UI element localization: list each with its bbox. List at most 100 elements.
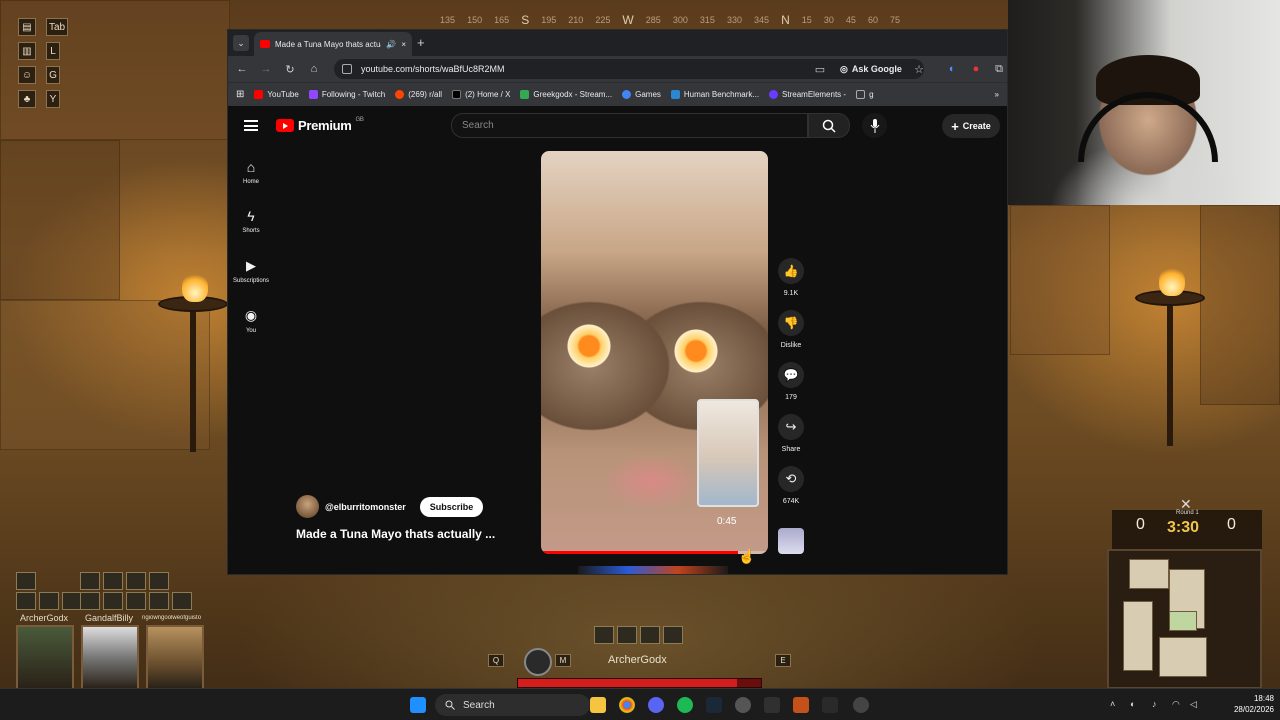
video-title[interactable]: Made a Tuna Mayo thats actually ... <box>296 527 495 541</box>
close-icon[interactable]: ✕ <box>1180 496 1192 513</box>
compass-tick: 165 <box>494 15 510 25</box>
ability-slot[interactable] <box>80 572 100 590</box>
ability-slot[interactable] <box>594 626 614 644</box>
ability-slot[interactable] <box>640 626 660 644</box>
bookmark[interactable]: Games <box>622 90 661 99</box>
taskbar-search[interactable]: Search <box>435 694 590 716</box>
ability-slot[interactable] <box>126 572 146 590</box>
search-input[interactable]: Search <box>451 113 808 138</box>
discord-icon[interactable] <box>648 697 664 713</box>
ability-slot[interactable] <box>663 626 683 644</box>
mic-icon[interactable]: ♪ <box>1152 699 1162 709</box>
youtube-logo[interactable]: Premium GB <box>276 117 364 133</box>
file-explorer-icon[interactable] <box>590 697 606 713</box>
spell-wheel-icon[interactable] <box>524 648 552 676</box>
ask-google-button[interactable]: ◎ Ask Google <box>836 61 906 77</box>
sound-thumbnail[interactable] <box>778 528 804 554</box>
windows-start-icon[interactable] <box>410 697 426 713</box>
cast-icon[interactable]: ▭ <box>812 61 828 77</box>
share-button[interactable]: ↪ Share <box>776 414 806 453</box>
chrome-icon[interactable] <box>619 697 635 713</box>
journal-icon[interactable]: ▤ <box>18 18 36 36</box>
bookmark[interactable]: Following - Twitch <box>308 90 385 99</box>
ability-slot[interactable] <box>39 592 59 610</box>
ability-slot[interactable] <box>149 592 169 610</box>
shorts-video-player[interactable]: 0:45 <box>541 151 768 554</box>
menu-icon[interactable] <box>244 120 258 131</box>
remix-button[interactable]: ⟲ 674K <box>776 466 806 505</box>
party-portrait[interactable] <box>146 625 204 690</box>
minimap[interactable] <box>1107 549 1262 689</box>
subscribe-button[interactable]: Subscribe <box>419 496 484 517</box>
ability-slot[interactable] <box>16 572 36 590</box>
profile-icon[interactable]: ☺ <box>18 66 36 84</box>
video-preview-thumbnail[interactable] <box>697 399 759 507</box>
ability-slot[interactable] <box>16 592 36 610</box>
chevron-up-icon[interactable]: ˄ <box>1110 699 1120 709</box>
voice-search-button[interactable] <box>862 113 887 138</box>
comments-button[interactable]: 💬 179 <box>776 362 806 401</box>
bookmark[interactable]: StreamElements - <box>769 90 846 99</box>
bookmark[interactable]: Human Benchmark... <box>670 90 759 99</box>
tab-active[interactable]: Made a Tuna Mayo thats actually 🔊 × <box>254 32 412 56</box>
ability-slot[interactable] <box>103 592 123 610</box>
app-icon[interactable] <box>822 697 838 713</box>
forward-icon[interactable]: → <box>258 61 274 77</box>
sidebar-item-home[interactable]: ⌂ Home <box>228 159 274 185</box>
party-portrait[interactable] <box>81 625 139 690</box>
like-button[interactable]: 👍 9.1K <box>776 258 806 297</box>
browser-toolbar: ← → ↻ ⌂ youtube.com/shorts/waBfUc8R2MM ▭… <box>228 56 1007 82</box>
speaker-icon[interactable]: 🔊 <box>386 40 396 49</box>
reload-icon[interactable]: ↻ <box>282 61 298 77</box>
ability-slot[interactable] <box>103 572 123 590</box>
bookmark[interactable]: Greekgodx - Stream... <box>520 90 612 99</box>
party-portrait[interactable] <box>16 625 74 690</box>
spotify-icon[interactable] <box>677 697 693 713</box>
steam-icon[interactable] <box>706 697 722 713</box>
app-icon[interactable] <box>793 697 809 713</box>
ability-slot[interactable] <box>617 626 637 644</box>
bookmark[interactable]: (269) r/all <box>395 90 442 99</box>
extension-icon[interactable]: ◖ <box>943 61 959 77</box>
network-icon[interactable]: ◐ <box>1130 699 1140 709</box>
ability-slot[interactable] <box>62 592 82 610</box>
tab-search-icon[interactable]: ⌄ <box>233 35 249 51</box>
obs-icon[interactable] <box>764 697 780 713</box>
bookmark[interactable]: YouTube <box>254 90 299 99</box>
video-progress-bar[interactable] <box>541 551 768 554</box>
new-tab-button[interactable]: + <box>417 35 425 50</box>
extension-icon[interactable]: ● <box>968 61 984 77</box>
book-icon[interactable]: ▥ <box>18 42 36 60</box>
settings-icon[interactable] <box>853 697 869 713</box>
wifi-icon[interactable]: ◠ <box>1172 699 1182 709</box>
sidebar-item-shorts[interactable]: ϟ Shorts <box>228 208 274 234</box>
channel-avatar[interactable] <box>296 495 319 518</box>
tab-key: Tab <box>46 18 68 36</box>
sidebar-item-subscriptions[interactable]: ▶ Subscriptions <box>228 258 274 284</box>
site-info-icon[interactable] <box>342 64 352 74</box>
ability-slot[interactable] <box>172 592 192 610</box>
app-icon[interactable] <box>735 697 751 713</box>
bookmark-folder[interactable]: g <box>856 90 874 99</box>
search-button[interactable] <box>808 113 850 138</box>
party-name: GandalfBilly <box>85 613 134 623</box>
bookmark[interactable]: (2) Home / X <box>452 90 510 99</box>
ability-slot[interactable] <box>80 592 100 610</box>
back-icon[interactable]: ← <box>234 61 250 77</box>
close-icon[interactable]: × <box>401 40 406 49</box>
dislike-button[interactable]: 👎 Dislike <box>776 310 806 349</box>
compass-tick: 75 <box>889 15 900 25</box>
create-button[interactable]: + Create <box>942 114 1000 138</box>
star-icon[interactable]: ☆ <box>911 61 927 77</box>
sidebar-item-you[interactable]: ◉ You <box>228 307 274 334</box>
channel-handle[interactable]: @elburritomonster <box>325 502 406 512</box>
ability-slot[interactable] <box>149 572 169 590</box>
tree-icon[interactable]: ♣ <box>18 90 36 108</box>
apps-icon[interactable]: ⊞ <box>236 89 244 100</box>
ability-slot[interactable] <box>126 592 146 610</box>
system-clock[interactable]: 18:48 28/02/2026 <box>1206 693 1274 715</box>
volume-icon[interactable]: ◁ <box>1190 699 1200 709</box>
home-icon[interactable]: ⌂ <box>306 61 322 77</box>
more-bookmarks-icon[interactable]: » <box>995 90 999 99</box>
extensions-icon[interactable]: ⧉ <box>991 61 1007 77</box>
